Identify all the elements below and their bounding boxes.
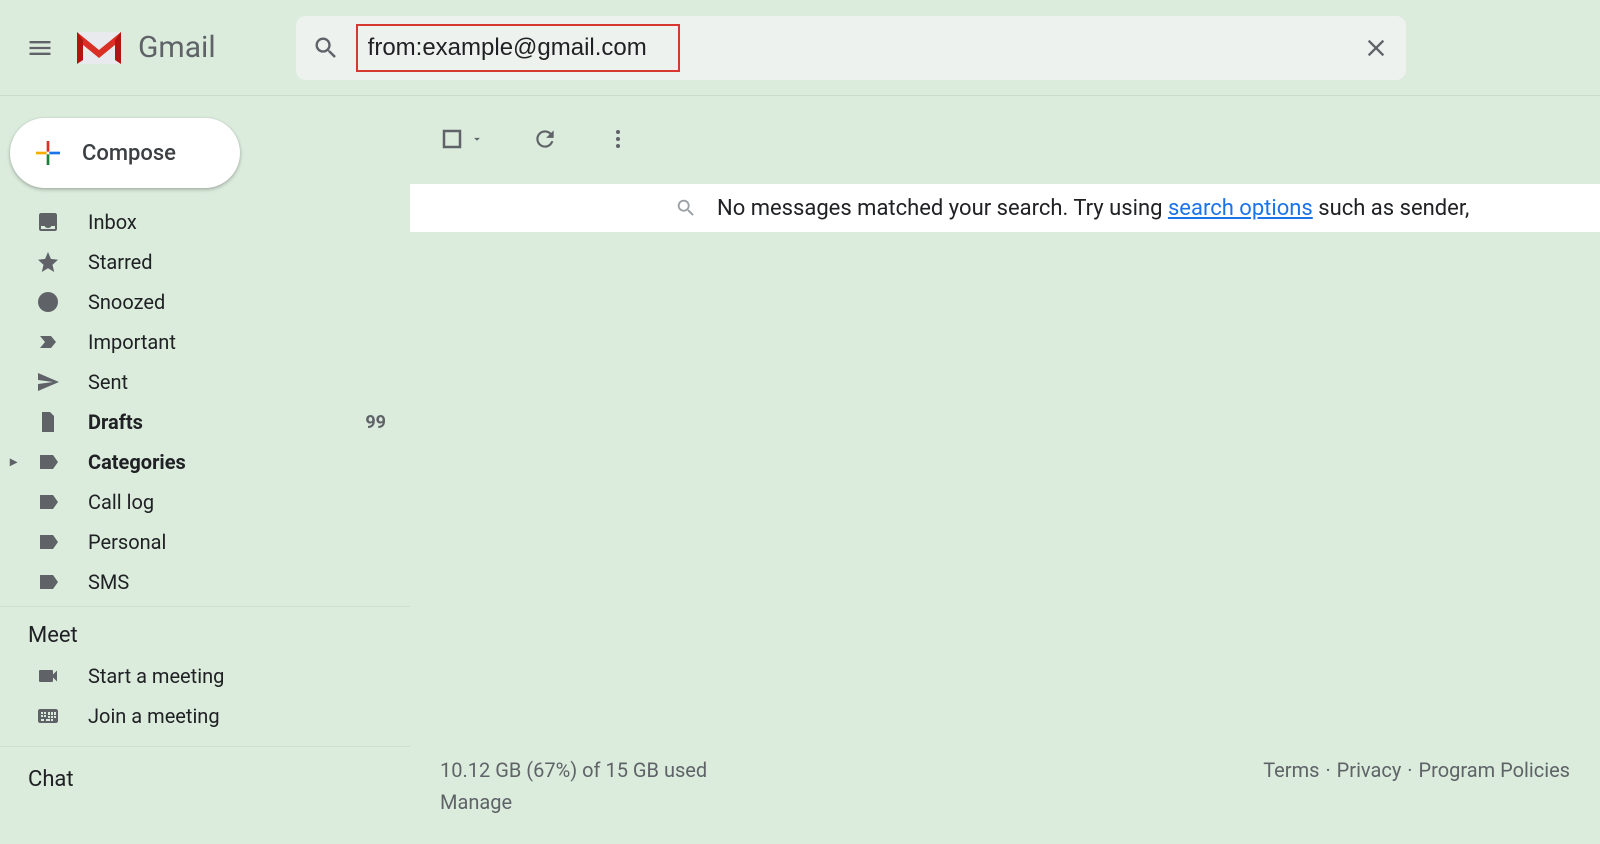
- search-input[interactable]: [368, 34, 668, 62]
- sidebar-item-call-log[interactable]: Call log: [0, 482, 410, 522]
- nav-label: SMS: [88, 570, 386, 594]
- gmail-logo[interactable]: Gmail: [72, 28, 216, 68]
- important-icon: [36, 330, 60, 354]
- hamburger-icon: [26, 34, 54, 62]
- star-icon: [36, 250, 60, 274]
- meet-section: Meet Start a meeting Join a meeting: [0, 606, 410, 736]
- keyboard-icon: [36, 704, 60, 728]
- footer: 10.12 GB (67%) of 15 GB used Manage Term…: [440, 758, 1570, 814]
- search-input-highlight: [356, 24, 680, 72]
- sidebar-item-sms[interactable]: SMS: [0, 562, 410, 602]
- sidebar-item-personal[interactable]: Personal: [0, 522, 410, 562]
- footer-link-terms[interactable]: Terms: [1263, 758, 1319, 782]
- sidebar-item-snoozed[interactable]: Snoozed: [0, 282, 410, 322]
- main-menu-button[interactable]: [16, 24, 64, 72]
- inbox-icon: [36, 210, 60, 234]
- header: Gmail: [0, 0, 1600, 96]
- search-icon[interactable]: [312, 34, 340, 62]
- gmail-icon: [72, 28, 126, 68]
- sidebar-item-drafts[interactable]: Drafts 99: [0, 402, 410, 442]
- footer-link-program-policies[interactable]: Program Policies: [1419, 758, 1570, 782]
- label-icon: [36, 530, 60, 554]
- plus-icon: [32, 137, 64, 169]
- sidebar-item-starred[interactable]: Starred: [0, 242, 410, 282]
- label-icon: [36, 490, 60, 514]
- video-icon: [36, 664, 60, 688]
- join-meeting-button[interactable]: Join a meeting: [0, 696, 410, 736]
- select-all-checkbox[interactable]: [440, 127, 484, 151]
- nav-label: Starred: [88, 250, 386, 274]
- start-meeting-button[interactable]: Start a meeting: [0, 656, 410, 696]
- nav-label: Important: [88, 330, 386, 354]
- sidebar-item-important[interactable]: Important: [0, 322, 410, 362]
- clock-icon: [36, 290, 60, 314]
- meet-title: Meet: [0, 613, 410, 656]
- label-icon: [36, 450, 60, 474]
- nav-label: Snoozed: [88, 290, 386, 314]
- nav-label: Inbox: [88, 210, 386, 234]
- clear-search-button[interactable]: [1362, 34, 1390, 62]
- nav-label: Drafts: [88, 410, 337, 434]
- compose-label: Compose: [82, 141, 176, 166]
- no-results-text: No messages matched your search. Try usi…: [717, 196, 1469, 221]
- manage-storage-link[interactable]: Manage: [440, 790, 707, 814]
- no-results-banner: No messages matched your search. Try usi…: [410, 184, 1600, 232]
- nav-list: Inbox Starred Snoozed Important Sent Drafts 99…: [0, 202, 410, 602]
- sidebar-item-categories[interactable]: Categories: [0, 442, 410, 482]
- send-icon: [36, 370, 60, 394]
- storage-info: 10.12 GB (67%) of 15 GB used Manage: [440, 758, 707, 814]
- sidebar: Compose Inbox Starred Snoozed Important Sent…: [0, 96, 410, 844]
- search-bar: [296, 16, 1406, 80]
- search-options-link[interactable]: search options: [1168, 196, 1313, 221]
- nav-count: 99: [365, 412, 386, 433]
- compose-button[interactable]: Compose: [10, 118, 240, 188]
- storage-text: 10.12 GB (67%) of 15 GB used: [440, 758, 707, 782]
- dropdown-icon: [470, 132, 484, 146]
- main-content: No messages matched your search. Try usi…: [410, 96, 1600, 844]
- join-meeting-label: Join a meeting: [88, 704, 386, 728]
- sidebar-item-inbox[interactable]: Inbox: [0, 202, 410, 242]
- chat-title: Chat: [0, 757, 410, 800]
- toolbar: [410, 114, 1600, 164]
- refresh-button[interactable]: [532, 126, 558, 152]
- search-icon: [675, 197, 697, 219]
- footer-link-privacy[interactable]: Privacy: [1337, 758, 1402, 782]
- checkbox-icon: [440, 127, 464, 151]
- footer-links: Terms·Privacy·Program Policies: [1263, 758, 1570, 782]
- refresh-icon: [532, 126, 558, 152]
- chat-section: Chat: [0, 746, 410, 800]
- start-meeting-label: Start a meeting: [88, 664, 386, 688]
- nav-label: Categories: [88, 450, 386, 474]
- sidebar-item-sent[interactable]: Sent: [0, 362, 410, 402]
- label-icon: [36, 570, 60, 594]
- nav-label: Sent: [88, 370, 386, 394]
- more-button[interactable]: [606, 127, 630, 151]
- nav-label: Call log: [88, 490, 386, 514]
- file-icon: [36, 410, 60, 434]
- more-vert-icon: [606, 127, 630, 151]
- nav-label: Personal: [88, 530, 386, 554]
- gmail-logo-text: Gmail: [138, 30, 216, 65]
